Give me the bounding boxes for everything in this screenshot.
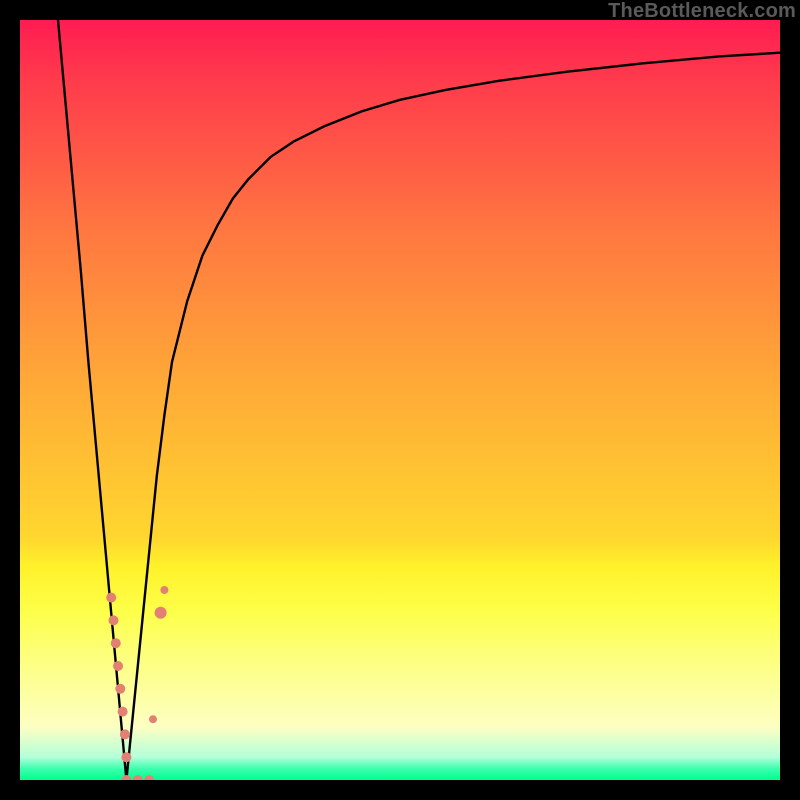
data-marker [121, 752, 131, 762]
data-marker [120, 729, 130, 739]
data-marker [149, 715, 157, 723]
watermark: TheBottleneck.com [608, 0, 796, 23]
data-marker [118, 707, 128, 717]
data-marker [108, 615, 118, 625]
data-marker [160, 586, 168, 594]
data-marker [121, 775, 131, 780]
chart-container: TheBottleneck.com [0, 0, 800, 800]
data-marker [113, 661, 123, 671]
data-marker [111, 638, 121, 648]
data-marker [106, 593, 116, 603]
curve-right-branch [126, 53, 780, 780]
data-marker [144, 775, 154, 780]
plot-area [20, 20, 780, 780]
data-marker [115, 684, 125, 694]
curve-layer [20, 20, 780, 780]
data-marker [155, 607, 167, 619]
data-marker [133, 775, 143, 780]
watermark-text: TheBottleneck.com [608, 0, 796, 22]
